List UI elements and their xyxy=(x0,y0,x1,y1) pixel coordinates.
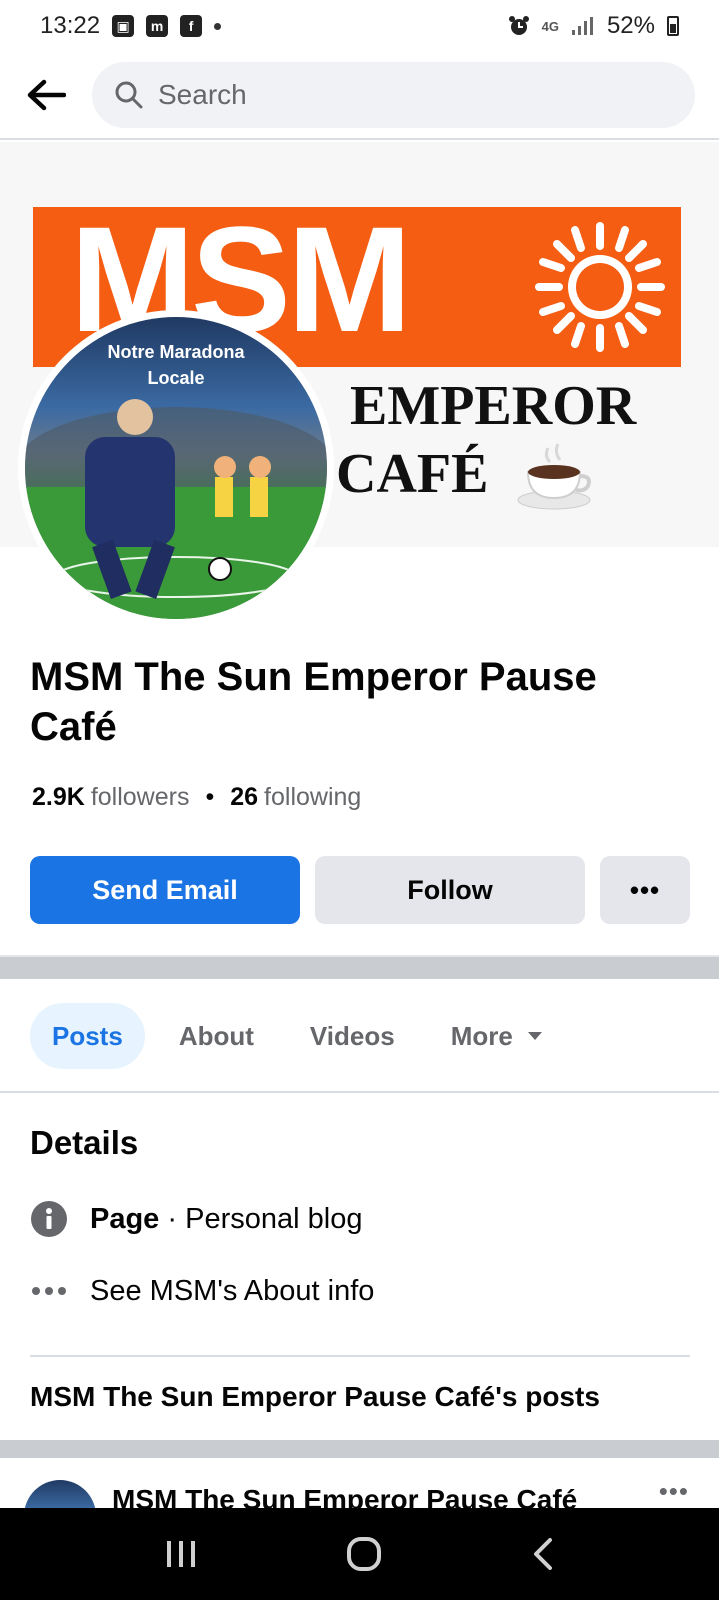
tabs-divider xyxy=(0,1091,719,1093)
status-bar: 13:22 ▣ m f 4G 52% xyxy=(0,0,719,52)
see-about-info-text: See MSM's About info xyxy=(90,1274,375,1307)
avatar-caption-line1: Notre Maradona xyxy=(107,342,245,362)
post-more-button[interactable]: ••• xyxy=(659,1476,689,1507)
stats-separator: • xyxy=(205,783,215,811)
search-input[interactable]: Search xyxy=(92,62,695,128)
home-icon[interactable] xyxy=(346,1536,382,1572)
followers-count[interactable]: 2.9K xyxy=(32,783,85,812)
detail-separator: · xyxy=(159,1202,186,1235)
details-divider xyxy=(30,1355,690,1357)
follow-button[interactable]: Follow xyxy=(315,856,585,924)
network-type: 4G xyxy=(541,18,559,34)
cover-line-1: EMPEROR xyxy=(350,375,637,437)
tab-about[interactable]: About xyxy=(157,1003,276,1069)
followers-label[interactable]: followers xyxy=(91,783,190,812)
notification-icon: ▣ xyxy=(112,15,135,37)
search-placeholder: Search xyxy=(158,79,247,110)
arrow-left-icon xyxy=(27,79,66,111)
details-heading: Details xyxy=(30,1124,139,1161)
detail-page-category: Page · Personal blog xyxy=(30,1200,362,1238)
sun-icon xyxy=(535,222,665,352)
status-time: 13:22 xyxy=(40,12,101,39)
post-author-name[interactable]: MSM The Sun Emperor Pause Café xyxy=(112,1484,577,1508)
alarm-icon xyxy=(508,16,529,35)
search-icon xyxy=(115,81,143,109)
status-left: 13:22 ▣ m f xyxy=(40,12,222,40)
page-title: MSM The Sun Emperor Pause Café xyxy=(30,655,597,749)
tab-more[interactable]: More xyxy=(429,1003,565,1069)
tab-more-label: More xyxy=(450,1020,513,1051)
caret-down-icon xyxy=(527,1032,542,1040)
info-icon xyxy=(30,1200,68,1238)
profile-actions: Send Email Follow ••• xyxy=(30,856,690,924)
more-notifications-dot xyxy=(214,22,222,30)
more-actions-button[interactable]: ••• xyxy=(600,856,690,924)
avatar-caption: Notre Maradona Locale xyxy=(25,339,327,391)
tab-posts[interactable]: Posts xyxy=(30,1003,145,1069)
back-button[interactable] xyxy=(24,73,68,117)
m-app-icon: m xyxy=(146,15,169,37)
avatar-image: Notre Maradona Locale xyxy=(25,317,327,619)
signal-icon xyxy=(571,17,593,35)
battery-percent: 52% xyxy=(606,12,655,39)
search-header: Search xyxy=(0,52,719,140)
more-dots-icon xyxy=(30,1272,68,1310)
post-card[interactable]: MSM The Sun Emperor Pause Café ••• xyxy=(0,1458,719,1508)
battery-icon xyxy=(667,16,679,36)
posts-divider xyxy=(0,1440,719,1458)
following-count[interactable]: 26 xyxy=(230,783,258,812)
post-author-avatar[interactable] xyxy=(24,1480,96,1508)
back-nav-icon[interactable] xyxy=(531,1537,555,1571)
detail-page-label: Page xyxy=(90,1202,160,1235)
detail-page-category-text: Personal blog xyxy=(185,1202,363,1235)
recent-apps-icon[interactable] xyxy=(164,1539,198,1569)
avatar-caption-line2: Locale xyxy=(147,368,205,388)
profile-avatar[interactable]: Notre Maradona Locale xyxy=(18,310,334,626)
cover-line-2: CAFÉ xyxy=(336,443,489,505)
see-about-info-link[interactable]: See MSM's About info xyxy=(30,1272,374,1310)
facebook-icon: f xyxy=(180,15,203,37)
status-right: 4G 52% xyxy=(508,12,679,40)
posts-section-title: MSM The Sun Emperor Pause Café's posts xyxy=(30,1381,600,1412)
section-divider xyxy=(0,955,719,979)
android-nav-bar xyxy=(0,1508,719,1600)
coffee-cup-icon xyxy=(517,443,591,510)
tab-videos[interactable]: Videos xyxy=(288,1003,417,1069)
send-email-button[interactable]: Send Email xyxy=(30,856,300,924)
follow-stats: 2.9K followers • 26 following xyxy=(32,783,361,812)
following-label[interactable]: following xyxy=(264,783,361,812)
profile-tabs: Posts About Videos More xyxy=(30,1001,577,1071)
